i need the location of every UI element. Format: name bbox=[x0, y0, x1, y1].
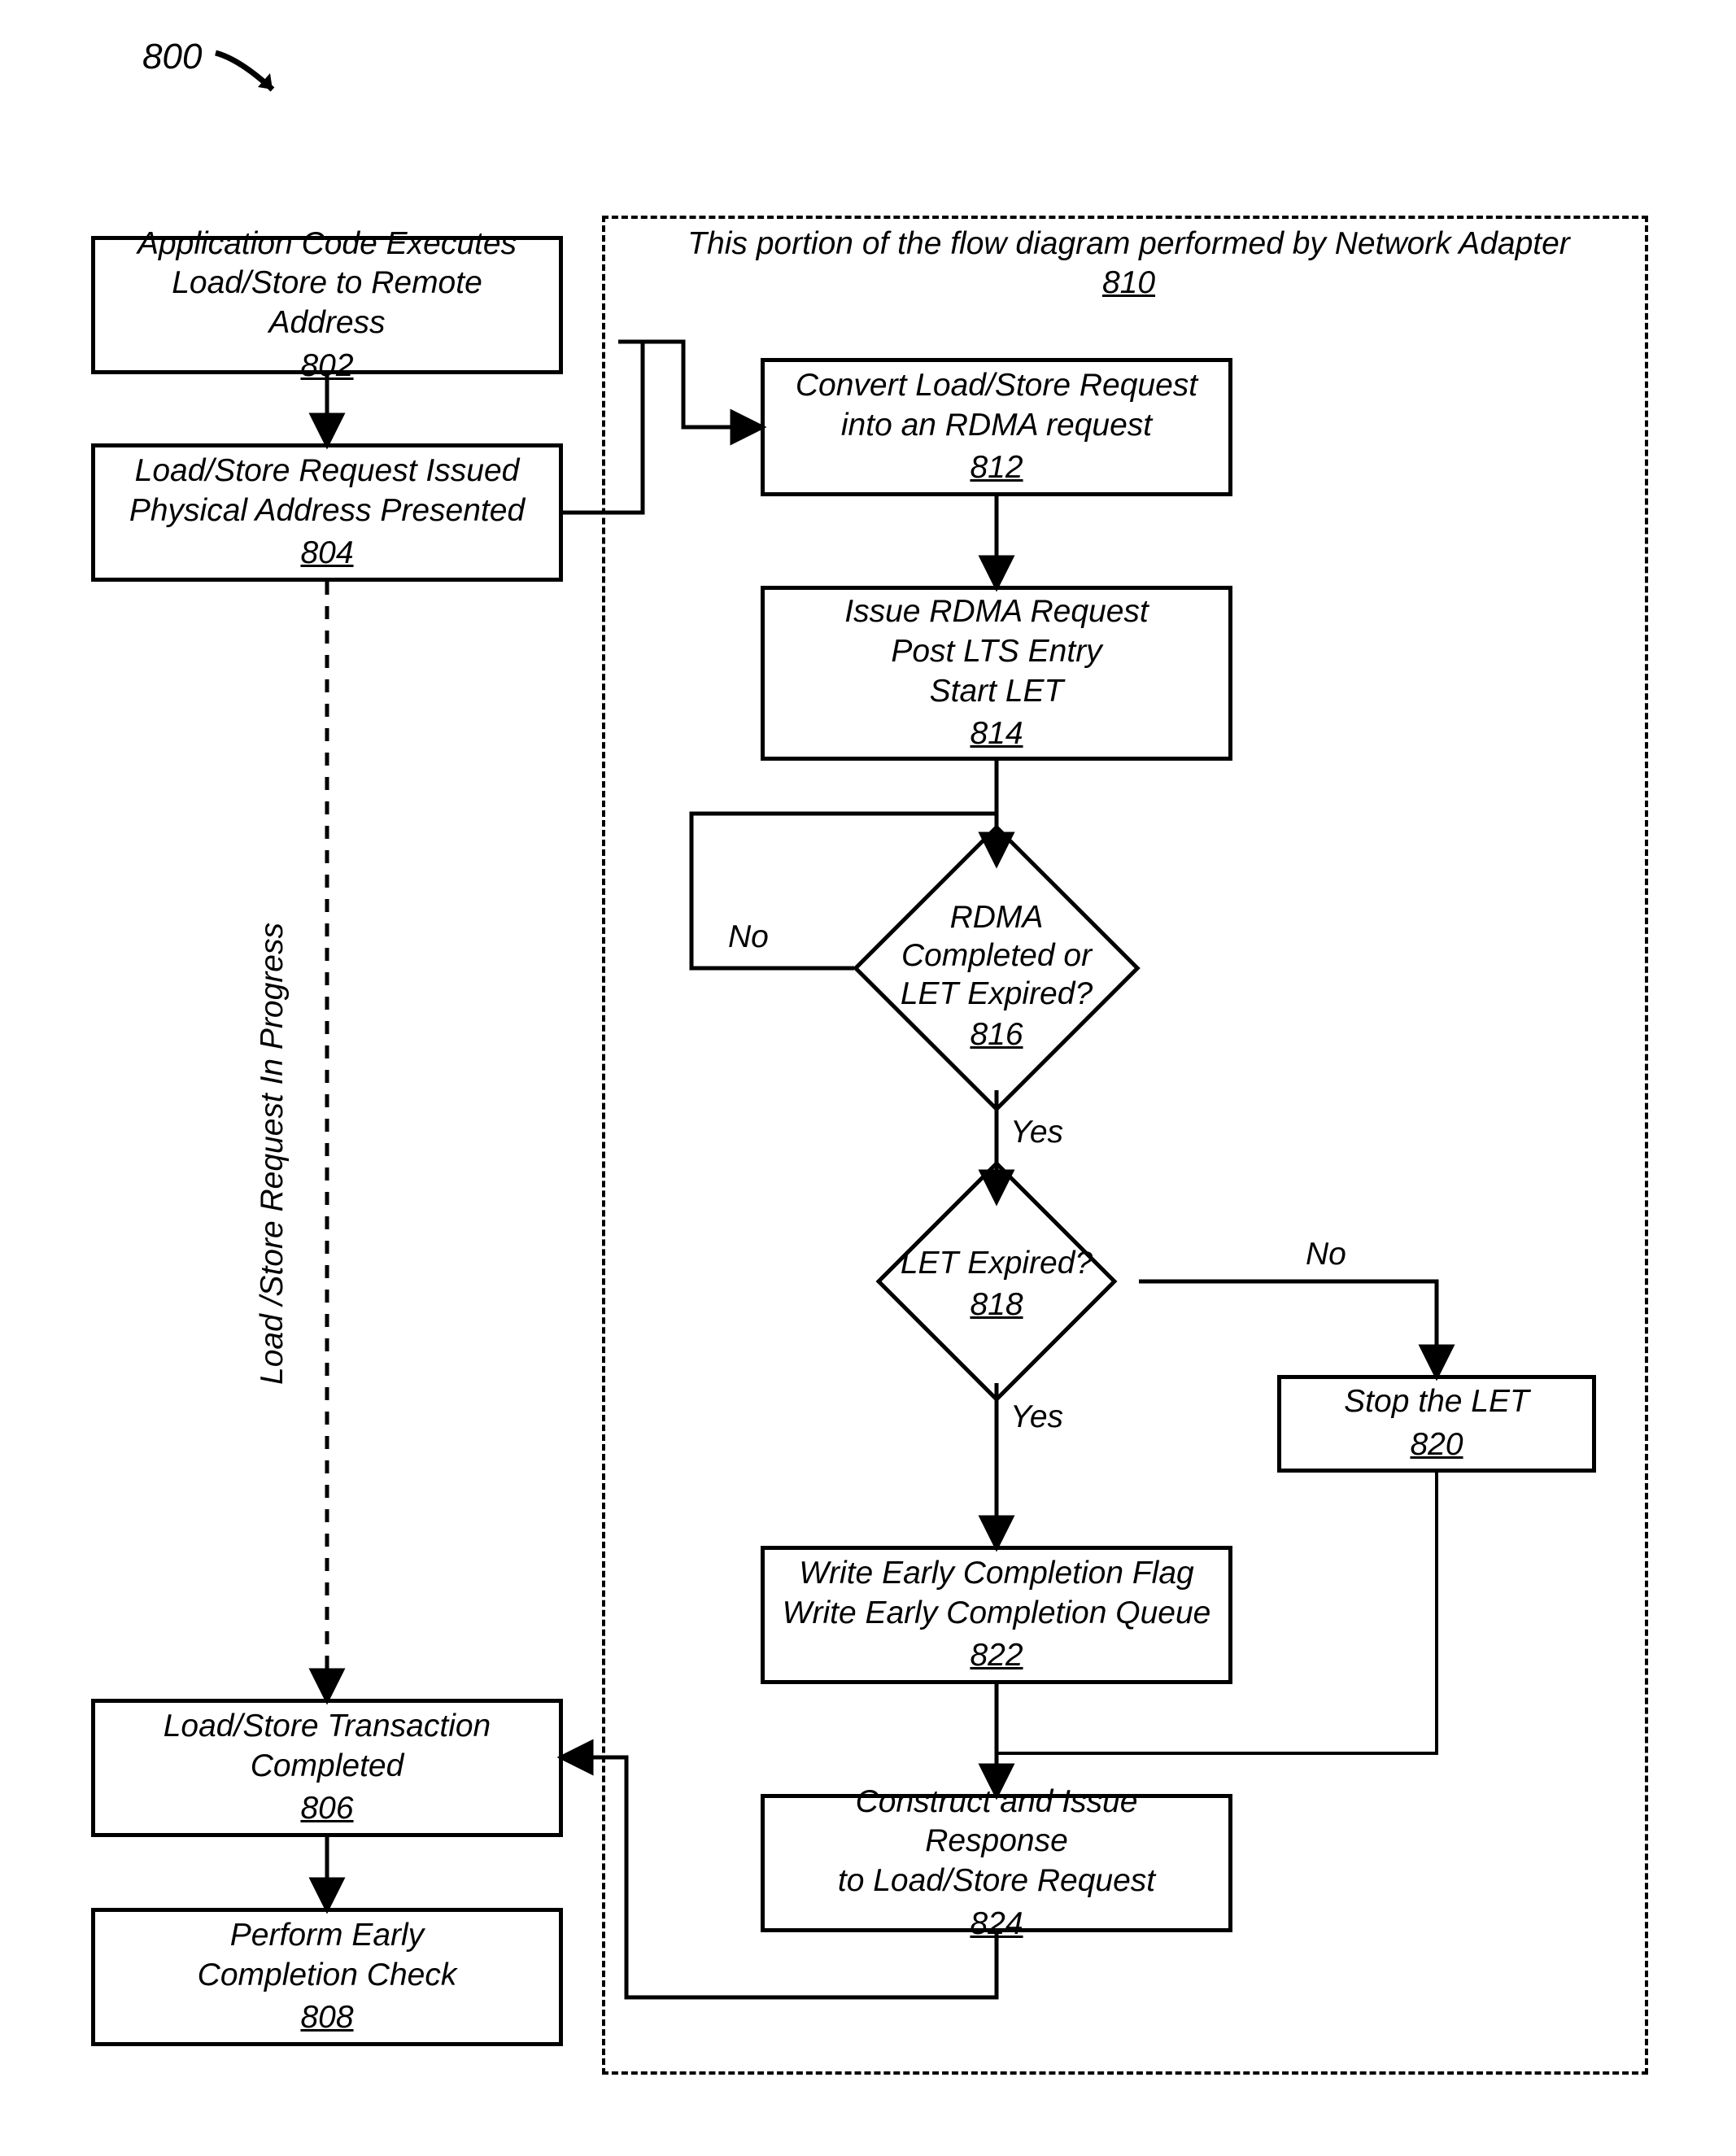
node-804-line1: Load/Store Request Issued bbox=[135, 452, 520, 491]
edge-818-no-label: No bbox=[1306, 1237, 1346, 1272]
node-806-line2: Completed bbox=[251, 1747, 404, 1787]
figure-arrow-icon bbox=[207, 45, 305, 118]
node-816: RDMA Completed or LET Expired? 816 bbox=[813, 838, 1180, 1098]
node-822: Write Early Completion Flag Write Early … bbox=[761, 1546, 1232, 1684]
node-816-line2: Completed or bbox=[901, 938, 1092, 973]
node-806-line1: Load/Store Transaction bbox=[164, 1707, 491, 1747]
node-812-line1: Convert Load/Store Request bbox=[796, 366, 1197, 406]
network-adapter-region-title-text: This portion of the flow diagram perform… bbox=[687, 226, 1570, 261]
node-824-line2: to Load/Store Request bbox=[838, 1861, 1155, 1901]
node-816-line1: RDMA bbox=[950, 900, 1044, 935]
node-804-line2: Physical Address Presented bbox=[129, 491, 525, 531]
node-824: Construct and Issue Response to Load/Sto… bbox=[761, 1794, 1232, 1932]
node-802: Application Code Executes Load/Store to … bbox=[91, 236, 563, 374]
node-802-line2: Load/Store to Remote Address bbox=[111, 264, 543, 343]
node-812-ref: 812 bbox=[970, 448, 1023, 488]
figure-number: 800 bbox=[142, 37, 202, 77]
network-adapter-region-ref: 810 bbox=[651, 265, 1607, 301]
node-816-ref: 816 bbox=[813, 1016, 1180, 1054]
node-822-line1: Write Early Completion Flag bbox=[799, 1554, 1193, 1594]
edge-816-yes-label: Yes bbox=[1010, 1115, 1063, 1150]
edge-816-no-label: No bbox=[728, 919, 769, 955]
node-814-line2: Post LTS Entry bbox=[891, 632, 1101, 672]
node-820-ref: 820 bbox=[1410, 1425, 1463, 1465]
edge-818-yes-label: Yes bbox=[1010, 1399, 1063, 1435]
node-808-line2: Completion Check bbox=[198, 1956, 457, 1996]
node-822-ref: 822 bbox=[970, 1636, 1023, 1676]
node-820: Stop the LET 820 bbox=[1277, 1375, 1596, 1473]
node-814-ref: 814 bbox=[970, 714, 1023, 754]
node-820-line1: Stop the LET bbox=[1344, 1382, 1529, 1422]
node-814-line1: Issue RDMA Request bbox=[844, 592, 1149, 632]
progress-side-label: Load /Store Request In Progress bbox=[255, 897, 290, 1385]
node-808: Perform Early Completion Check 808 bbox=[91, 1908, 563, 2046]
node-802-ref: 802 bbox=[300, 347, 353, 386]
node-818-ref: 818 bbox=[813, 1286, 1180, 1325]
node-812-line2: into an RDMA request bbox=[841, 406, 1152, 446]
node-804: Load/Store Request Issued Physical Addre… bbox=[91, 443, 563, 582]
node-806: Load/Store Transaction Completed 806 bbox=[91, 1699, 563, 1837]
node-824-ref: 824 bbox=[970, 1905, 1023, 1944]
node-824-line1: Construct and Issue Response bbox=[781, 1783, 1212, 1862]
node-808-line1: Perform Early bbox=[230, 1916, 424, 1956]
node-802-line1: Application Code Executes bbox=[137, 225, 517, 264]
node-814-line3: Start LET bbox=[930, 672, 1064, 712]
node-808-ref: 808 bbox=[300, 1998, 353, 2038]
node-814: Issue RDMA Request Post LTS Entry Start … bbox=[761, 586, 1232, 761]
node-812: Convert Load/Store Request into an RDMA … bbox=[761, 358, 1232, 496]
node-818-line1: LET Expired? bbox=[901, 1246, 1093, 1281]
network-adapter-region-title: This portion of the flow diagram perform… bbox=[651, 226, 1607, 301]
node-822-line2: Write Early Completion Queue bbox=[783, 1594, 1211, 1634]
node-806-ref: 806 bbox=[300, 1789, 353, 1829]
node-818: LET Expired? 818 bbox=[813, 1176, 1180, 1387]
node-804-ref: 804 bbox=[300, 534, 353, 574]
node-816-line3: LET Expired? bbox=[901, 976, 1093, 1011]
